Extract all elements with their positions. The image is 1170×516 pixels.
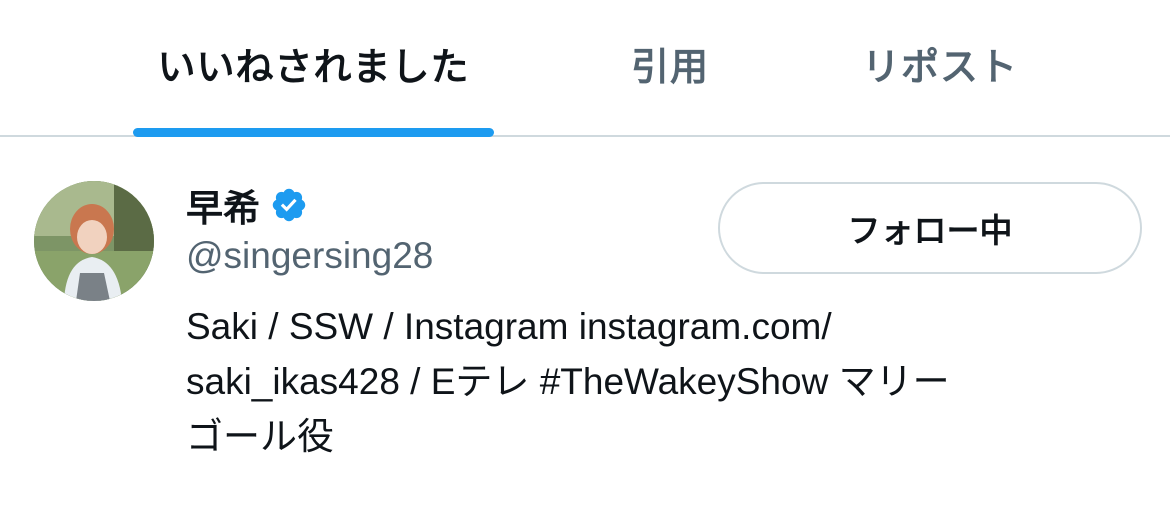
tab-reposts[interactable]: リポスト: [850, 0, 1030, 137]
display-name[interactable]: 早希: [186, 178, 260, 232]
active-tab-indicator: [133, 128, 494, 137]
bio-line: ゴール役: [186, 416, 334, 457]
user-cell[interactable]: 早希 @singersing28 フォロー中 Saki / SSW / Inst…: [0, 139, 1170, 516]
bio-line: saki_ikas428 / Eテレ #TheWakeyShow マリー: [186, 361, 950, 402]
tab-bar: いいねされました 引用 リポスト: [0, 0, 1170, 137]
tab-quotes[interactable]: 引用: [600, 0, 740, 137]
user-handle: @singersing28: [186, 235, 434, 276]
bio-line: Saki / SSW / Instagram instagram.com/: [186, 306, 832, 347]
user-bio: Saki / SSW / Instagram instagram.com/ sa…: [186, 299, 1136, 464]
following-button[interactable]: フォロー中: [718, 182, 1142, 274]
name-line: 早希: [186, 178, 308, 232]
tab-liked[interactable]: いいねされました: [133, 0, 494, 137]
verified-badge-icon: [270, 186, 308, 224]
avatar[interactable]: [34, 181, 154, 301]
